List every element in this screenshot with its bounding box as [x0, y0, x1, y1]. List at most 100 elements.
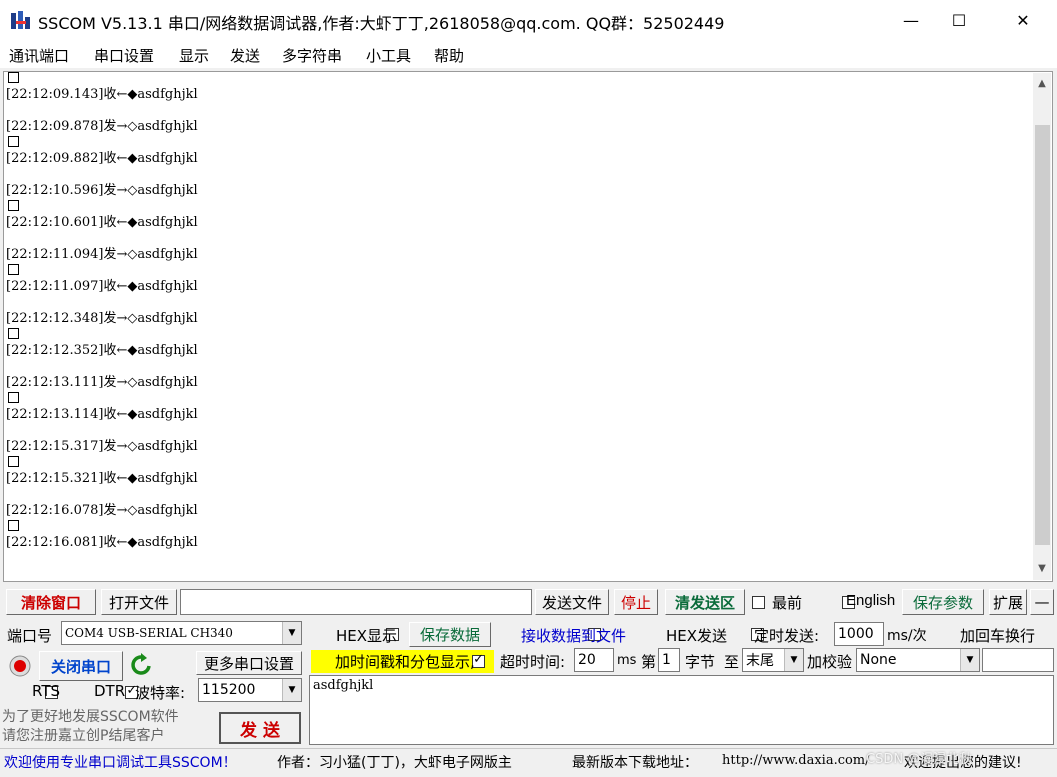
menu-tools[interactable]: 小工具 — [366, 45, 411, 66]
log-time: [22:12:11.094] — [6, 247, 104, 262]
chevron-down-icon[interactable]: ▼ — [282, 679, 301, 701]
file-path-input[interactable] — [180, 589, 532, 615]
more-settings-button[interactable]: 更多串口设置 — [196, 651, 302, 675]
nth-input[interactable]: 1 — [658, 648, 680, 672]
empty-glyph — [6, 424, 1026, 438]
interval-input[interactable]: 1000 — [834, 622, 884, 646]
menu-help[interactable]: 帮助 — [434, 45, 464, 66]
close-button[interactable]: ✕ — [1000, 0, 1046, 40]
hex-send-label: HEX发送 — [666, 627, 728, 645]
log-dir: 收←◆ — [103, 215, 138, 230]
chevron-down-icon[interactable]: ▼ — [960, 649, 979, 671]
status-welcome: 欢迎使用专业串口调试工具SSCOM！ — [4, 755, 237, 771]
menu-display[interactable]: 显示 — [179, 45, 209, 66]
send-button[interactable]: 发 送 — [219, 712, 301, 744]
refresh-icon[interactable] — [129, 653, 153, 679]
byte-label: 字节 — [685, 653, 716, 671]
log-time: [22:12:11.097] — [6, 279, 104, 294]
clear-send-button[interactable]: 清发送区 — [665, 589, 745, 615]
baud-select[interactable]: 115200 ▼ — [198, 678, 302, 702]
to-label: 至 — [724, 653, 740, 671]
log-text: asdfghjkl — [137, 151, 198, 166]
log-dir: 发→◇ — [103, 375, 138, 390]
topmost-label: 最前 — [772, 594, 803, 612]
stop-button[interactable]: 停止 — [614, 589, 658, 615]
scroll-up-icon[interactable]: ▲ — [1033, 75, 1051, 93]
status-download-label: 最新版本下载地址： — [572, 755, 698, 771]
log-line: [22:12:15.317]发→◇asdfghjkl — [6, 438, 1026, 456]
log-time: [22:12:16.078] — [6, 503, 104, 518]
maximize-icon: ☐ — [951, 10, 967, 30]
log-line: [22:12:16.081]收←◆asdfghjkl — [6, 534, 1026, 552]
collapse-button[interactable]: — — [1030, 589, 1054, 615]
close-port-button[interactable]: 关闭串口 — [39, 651, 123, 681]
replacement-box-icon — [8, 72, 19, 83]
port-select[interactable]: COM4 USB-SERIAL CH340 ▼ — [61, 621, 302, 645]
menu-send[interactable]: 发送 — [230, 45, 260, 66]
promo-text: 为了更好地发展SSCOM软件 请您注册嘉立创P结尾客户 — [2, 708, 179, 746]
replacement-box-icon — [8, 136, 19, 147]
dtr-label: DTR — [94, 682, 126, 700]
receive-area[interactable]: [22:12:09.143]收←◆asdfghjkl [22:12:09.878]… — [3, 71, 1053, 582]
log-dir: 收←◆ — [103, 151, 138, 166]
timeout-input[interactable]: 20 — [574, 648, 614, 672]
end-select[interactable]: 末尾 ▼ — [742, 648, 804, 672]
log-line: [22:12:09.143]收←◆asdfghjkl — [6, 86, 1026, 104]
empty-glyph — [6, 232, 1026, 246]
save-params-button[interactable]: 保存参数 — [902, 589, 984, 615]
save-data-button[interactable]: 保存数据 — [409, 622, 491, 647]
log-text: asdfghjkl — [137, 407, 198, 422]
maximize-button[interactable]: ☐ — [936, 0, 982, 40]
scroll-thumb[interactable] — [1035, 125, 1050, 545]
checksum-result-input[interactable] — [982, 648, 1054, 672]
log-time: [22:12:09.143] — [6, 87, 104, 102]
replacement-box-icon — [8, 328, 19, 339]
port-status-icon — [9, 655, 31, 677]
replacement-box-icon — [8, 456, 19, 467]
log-line: [22:12:12.348]发→◇asdfghjkl — [6, 310, 1026, 328]
log-text: asdfghjkl — [137, 311, 198, 326]
empty-glyph — [6, 488, 1026, 502]
chevron-down-icon[interactable]: ▼ — [784, 649, 803, 671]
checksum-value: None — [860, 652, 897, 668]
log-dir: 收←◆ — [103, 343, 138, 358]
empty-glyph — [6, 328, 1026, 342]
send-file-button[interactable]: 发送文件 — [535, 589, 609, 615]
port-value: COM4 USB-SERIAL CH340 — [65, 626, 233, 640]
empty-glyph — [6, 72, 1026, 86]
empty-glyph — [6, 200, 1026, 214]
log-time: [22:12:10.596] — [6, 183, 104, 198]
scroll-down-icon[interactable]: ▼ — [1033, 560, 1051, 578]
chevron-down-icon[interactable]: ▼ — [282, 622, 301, 644]
empty-glyph — [6, 520, 1026, 534]
log-line: [22:12:10.596]发→◇asdfghjkl — [6, 182, 1026, 200]
clear-window-button[interactable]: 清除窗口 — [6, 589, 96, 615]
minimize-button[interactable]: — — [888, 0, 934, 40]
vertical-scrollbar[interactable]: ▲ ▼ — [1033, 73, 1051, 580]
open-file-button[interactable]: 打开文件 — [101, 589, 177, 615]
log-text: asdfghjkl — [137, 503, 198, 518]
menu-multi-string[interactable]: 多字符串 — [282, 45, 342, 66]
status-url[interactable]: http://www.daxia.com/ — [722, 753, 870, 768]
close-icon: ✕ — [1016, 10, 1030, 30]
menu-comm-port[interactable]: 通讯端口 — [9, 45, 69, 66]
replacement-box-icon — [8, 520, 19, 531]
menu-serial-settings[interactable]: 串口设置 — [94, 45, 154, 66]
timeout-unit: ms — [617, 653, 637, 668]
log-line: [22:12:09.882]收←◆asdfghjkl — [6, 150, 1026, 168]
expand-button[interactable]: 扩展 — [989, 589, 1027, 615]
rts-label: RTS — [32, 682, 61, 700]
topmost-checkbox[interactable] — [752, 596, 765, 609]
log-time: [22:12:12.348] — [6, 311, 104, 326]
empty-glyph — [6, 104, 1026, 118]
log-time: [22:12:09.882] — [6, 151, 104, 166]
app-icon — [11, 11, 30, 29]
promo-line-1: 为了更好地发展SSCOM软件 — [2, 709, 179, 725]
watermark: CSDN @漫浸北秋 — [866, 752, 973, 767]
checksum-select[interactable]: None ▼ — [856, 648, 980, 672]
empty-glyph — [6, 136, 1026, 150]
send-textarea[interactable]: asdfghjkl — [309, 675, 1054, 745]
empty-glyph — [6, 456, 1026, 470]
timestamp-label: 加时间戳和分包显示, — [335, 653, 475, 671]
empty-glyph — [6, 360, 1026, 374]
